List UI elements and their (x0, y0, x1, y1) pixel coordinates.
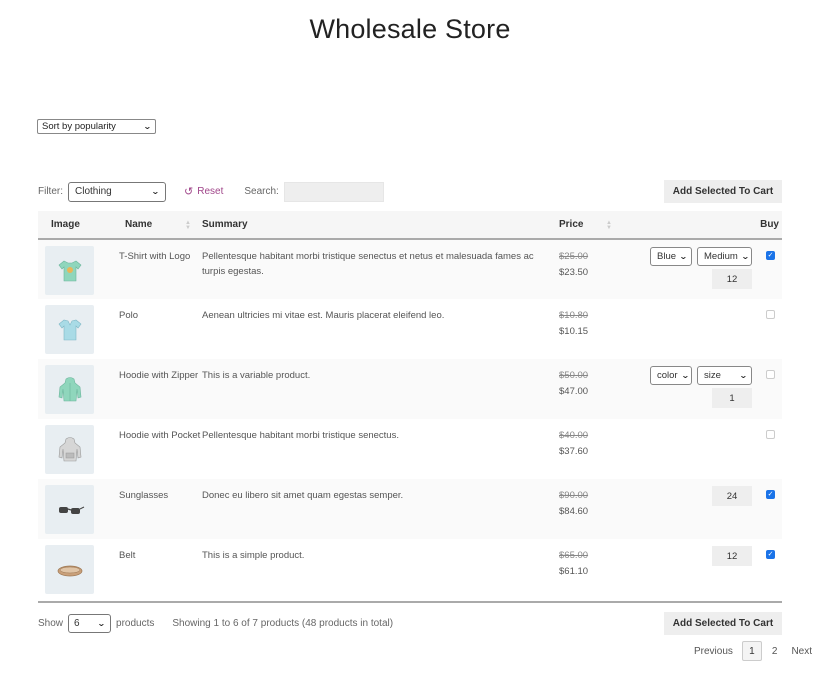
show-label: Show (38, 618, 64, 629)
sort-select-value: Sort by popularity (42, 121, 116, 132)
products-table: Image Name ▲ ▼ Summary Price ▲ ▼ Buy T-Shirt… (38, 211, 782, 599)
hoodie-pocket-icon (58, 436, 81, 461)
column-header-summary: Summary (202, 211, 559, 240)
sale-price: $37.60 (559, 446, 589, 457)
buy-checkbox[interactable]: ✓ (766, 490, 775, 499)
filter-label: Filter: (38, 186, 63, 197)
quantity-input[interactable]: 24 (712, 486, 752, 506)
column-header-name[interactable]: Name ▲ ▼ (119, 211, 202, 240)
sale-price: $84.60 (559, 506, 589, 517)
product-image[interactable] (45, 305, 94, 354)
product-image[interactable] (45, 425, 94, 474)
pagination-previous[interactable]: Previous (694, 646, 733, 657)
products-label: products (116, 618, 155, 629)
regular-price: $50.00 (559, 370, 589, 381)
table-bottom-border (38, 601, 782, 603)
buy-checkbox[interactable]: ✓ (766, 550, 775, 559)
product-summary: Donec eu libero sit amet quam egestas se… (202, 479, 559, 539)
regular-price: $65.00 (559, 550, 589, 561)
chevron-down-icon: ⌄ (97, 619, 107, 628)
product-name[interactable]: Hoodie with Pocket (119, 419, 202, 479)
product-name[interactable]: Belt (119, 539, 202, 599)
sort-arrows-icon: ▲ ▼ (606, 220, 612, 231)
product-summary: Aenean ultricies mi vitae est. Mauris pl… (202, 310, 445, 321)
regular-price: $40.00 (559, 430, 589, 441)
product-name[interactable]: Sunglasses (119, 479, 202, 539)
product-image[interactable] (45, 485, 94, 534)
sale-price: $10.15 (559, 326, 589, 337)
sale-price: $23.50 (559, 267, 589, 278)
table-row: Belt This is a simple product. $65.00 $61… (38, 539, 782, 599)
column-header-image: Image (38, 211, 119, 240)
buy-checkbox[interactable] (766, 310, 775, 319)
buy-checkbox[interactable] (766, 430, 775, 439)
chevron-down-icon: ⌄ (151, 187, 161, 196)
table-row: Hoodie with Pocket Pellentesque habitant… (38, 419, 782, 479)
filter-bar: Filter: Clothing ⌄ ↺ Reset Search: Add S… (38, 180, 782, 203)
filter-select-value: Clothing (75, 186, 112, 197)
pagination: Previous 1 2 Next (694, 641, 812, 661)
column-header-buy: Buy (639, 211, 782, 240)
add-selected-to-cart-button-bottom[interactable]: Add Selected To Cart (664, 612, 782, 635)
regular-price: $10.80 (559, 310, 589, 321)
table-footer: Show 6 ⌄ products Showing 1 to 6 of 7 pr… (38, 612, 782, 635)
table-info: Showing 1 to 6 of 7 products (48 product… (172, 618, 394, 629)
reset-link[interactable]: ↺ Reset (184, 185, 223, 198)
hoodie-zipper-icon (58, 376, 81, 401)
quantity-input[interactable]: 12 (712, 269, 752, 289)
sale-price: $61.10 (559, 566, 589, 577)
quantity-input[interactable]: 12 (712, 546, 752, 566)
sunglasses-icon (58, 506, 84, 514)
chevron-down-icon: ⌄ (143, 122, 153, 131)
chevron-down-icon: ⌄ (680, 371, 690, 380)
belt-icon (57, 565, 82, 576)
product-summary: This is a variable product. (202, 359, 559, 419)
polo-shirt-icon (58, 319, 81, 340)
search-input[interactable] (283, 181, 384, 202)
product-image[interactable] (45, 365, 94, 414)
product-image[interactable] (45, 246, 94, 295)
buy-checkbox[interactable] (766, 370, 775, 379)
product-summary: This is a simple product. (202, 550, 305, 561)
product-name[interactable]: Hoodie with Zipper (119, 359, 202, 419)
buy-checkbox[interactable]: ✓ (766, 251, 775, 260)
product-name[interactable]: T-Shirt with Logo (119, 239, 202, 299)
color-select[interactable]: color ⌄ (650, 366, 692, 385)
size-select[interactable]: Medium ⌄ (697, 247, 752, 266)
table-row: Hoodie with Zipper This is a variable pr… (38, 359, 782, 419)
pagination-page-2[interactable]: 2 (772, 646, 778, 657)
sort-select[interactable]: Sort by popularity ⌄ (37, 119, 156, 134)
chevron-down-icon: ⌄ (740, 252, 750, 261)
pagination-next[interactable]: Next (791, 646, 812, 657)
page-title: Wholesale Store (309, 14, 511, 44)
chevron-down-icon: ⌄ (739, 371, 749, 380)
table-row: T-Shirt with Logo Pellentesque habitant … (38, 239, 782, 299)
regular-price: $25.00 (559, 251, 589, 262)
sort-arrows-icon: ▲ ▼ (185, 220, 191, 231)
add-selected-to-cart-button-top[interactable]: Add Selected To Cart (664, 180, 782, 203)
product-summary: Pellentesque habitant morbi tristique se… (202, 430, 399, 441)
search-label: Search: (244, 186, 279, 197)
pagination-page-1[interactable]: 1 (741, 641, 762, 661)
chevron-down-icon: ⌄ (679, 252, 689, 261)
tshirt-icon (58, 260, 81, 281)
reset-icon: ↺ (184, 186, 194, 198)
product-image[interactable] (45, 545, 94, 594)
color-select[interactable]: Blue ⌄ (650, 247, 692, 266)
table-row: Polo Aenean ultricies mi vitae est. Maur… (38, 299, 782, 359)
reset-label: Reset (197, 186, 224, 197)
sale-price: $47.00 (559, 386, 589, 397)
regular-price: $90.00 (559, 490, 589, 501)
page-length-select[interactable]: 6 ⌄ (68, 614, 112, 633)
product-summary: Pellentesque habitant morbi tristique se… (202, 239, 559, 299)
quantity-input[interactable]: 1 (712, 388, 752, 408)
size-select[interactable]: size ⌄ (697, 366, 752, 385)
table-row: Sunglasses Donec eu libero sit amet quam… (38, 479, 782, 539)
column-header-price[interactable]: Price ▲ ▼ (559, 211, 639, 240)
product-name[interactable]: Polo (119, 299, 202, 359)
category-filter-select[interactable]: Clothing ⌄ (68, 181, 166, 202)
